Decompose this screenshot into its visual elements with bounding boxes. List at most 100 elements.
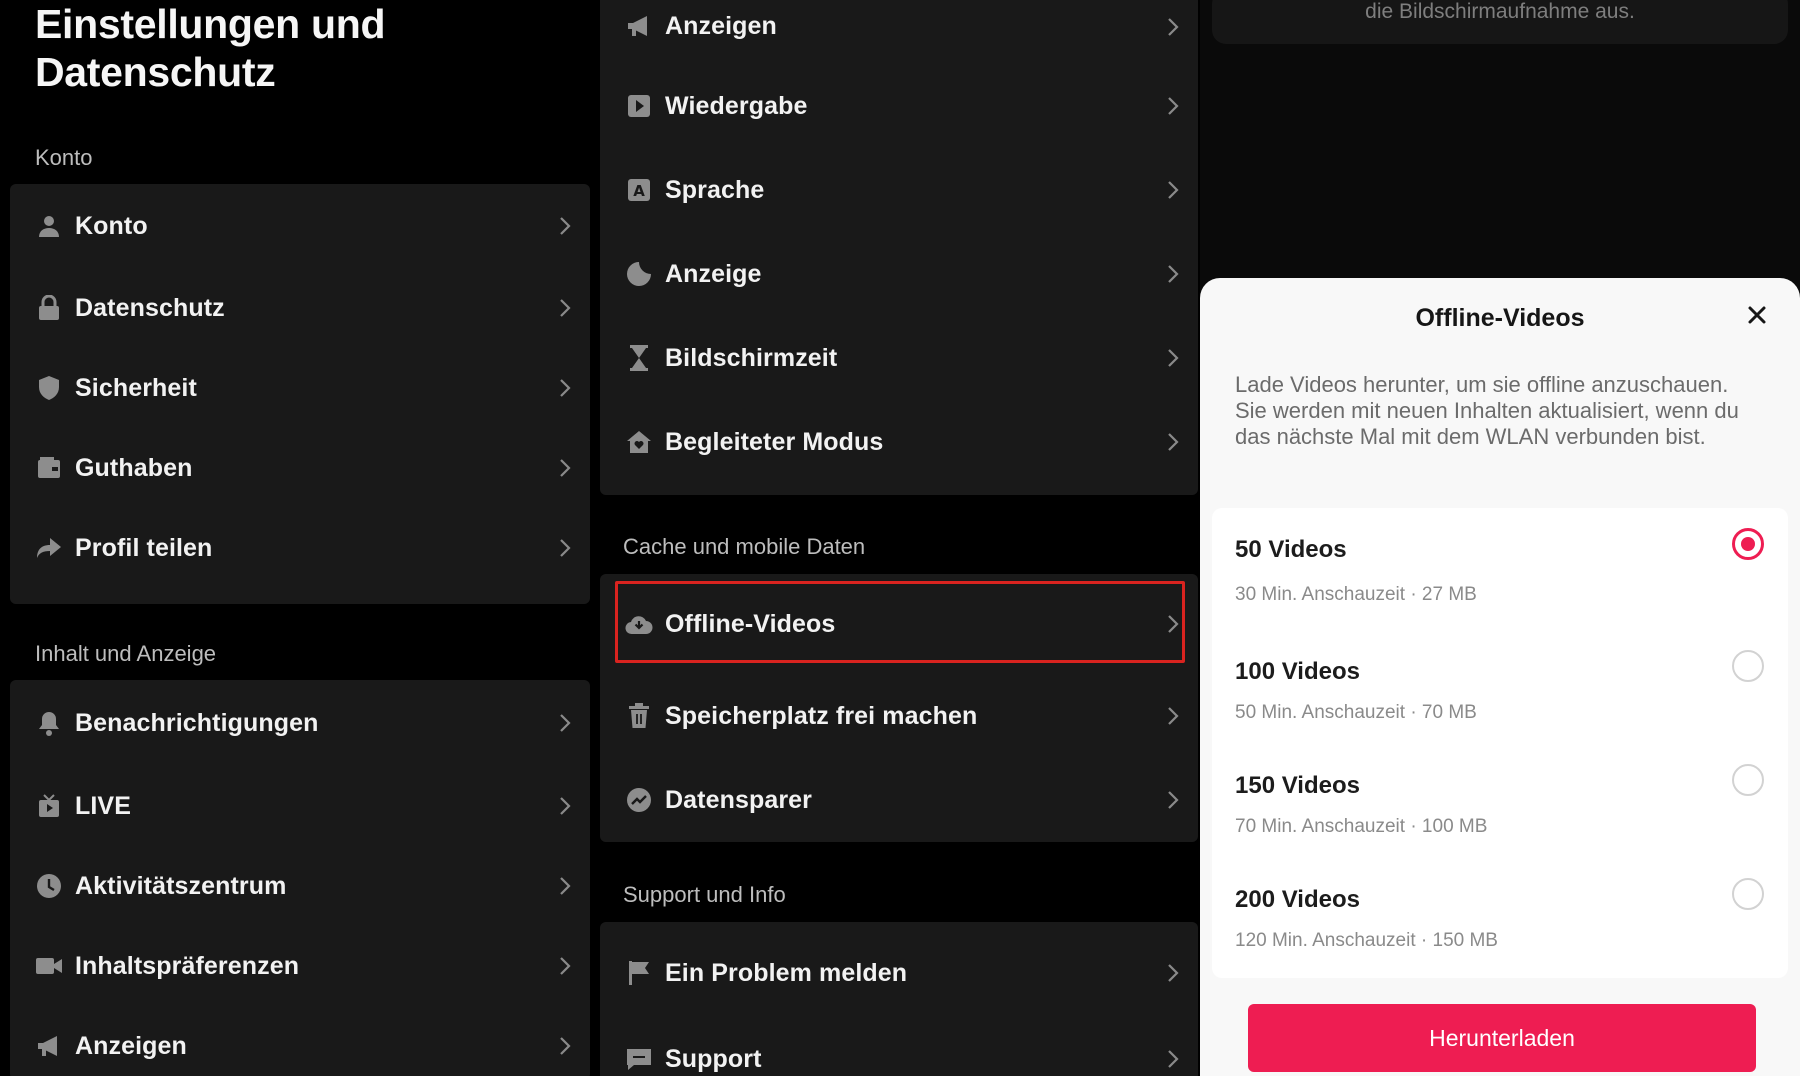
settings-panel-middle: Anzeigen Wiedergabe A Sprache Anzeige Bi… (600, 0, 1198, 1076)
data-saver-icon (624, 785, 654, 815)
menu-item-label: Aktivitätszentrum (75, 871, 287, 900)
menu-item-profil-teilen[interactable]: Profil teilen (10, 508, 590, 588)
option-subtitle: 70 Min. Anschauzeit · 100 MB (1235, 816, 1488, 837)
person-icon (34, 211, 64, 241)
menu-item-wiedergabe[interactable]: Wiedergabe (600, 64, 1198, 148)
menu-item-aktivitaetszentrum[interactable]: Aktivitätszentrum (10, 846, 590, 926)
section-label-konto: Konto (35, 145, 93, 170)
trash-icon (624, 701, 654, 731)
section-label-support: Support und Info (623, 882, 786, 907)
option-subtitle: 30 Min. Anschauzeit · 27 MB (1235, 584, 1477, 605)
menu-item-speicherplatz[interactable]: Speicherplatz frei machen (600, 674, 1198, 758)
menu-item-label: Datensparer (665, 785, 812, 814)
option-subtitle: 120 Min. Anschauzeit · 150 MB (1235, 930, 1498, 951)
chat-icon (624, 1044, 654, 1074)
hourglass-icon (624, 343, 654, 373)
chevron-right-icon (1162, 613, 1184, 635)
menu-item-label: Profil teilen (75, 533, 213, 562)
menu-item-label: Sprache (665, 175, 765, 204)
menu-item-label: Inhaltspräferenzen (75, 951, 300, 980)
language-icon: A (624, 175, 654, 205)
chevron-right-icon (1162, 16, 1184, 38)
chevron-right-icon (554, 955, 576, 977)
menu-item-label: Sicherheit (75, 373, 197, 402)
menu-item-anzeigen[interactable]: Anzeigen (600, 0, 1198, 54)
page-title-line-2: Datenschutz (35, 49, 276, 95)
section-label-inhalt-und-anzeige: Inhalt und Anzeige (35, 641, 217, 666)
megaphone-icon (624, 11, 654, 41)
moon-icon (624, 259, 654, 289)
option-50-videos[interactable]: 50 Videos 30 Min. Anschauzeit · 27 MB (1212, 508, 1788, 630)
close-icon (1747, 305, 1767, 330)
sheet-description: Lade Videos herunter, um sie offline anz… (1235, 372, 1739, 449)
clock-icon (34, 871, 64, 901)
menu-item-label: Anzeige (665, 259, 762, 288)
menu-item-label: Datenschutz (75, 293, 225, 322)
menu-item-datenschutz[interactable]: Datenschutz (10, 268, 590, 348)
menu-item-problem-melden[interactable]: Ein Problem melden (600, 922, 1198, 1024)
section-label-cache: Cache und mobile Daten (623, 534, 866, 559)
menu-item-konto[interactable]: Konto (10, 184, 590, 268)
support-card: Ein Problem melden Support (600, 922, 1198, 1076)
menu-item-label: Offline-Videos (665, 609, 836, 638)
radio-button-selected[interactable] (1732, 528, 1764, 560)
chevron-right-icon (1162, 1048, 1184, 1070)
menu-item-live[interactable]: LIVE (10, 766, 590, 846)
menu-item-label: Konto (75, 211, 148, 240)
bottom-sheet: Offline-Videos Lade Videos herunter, um … (1200, 278, 1800, 1076)
menu-item-offline-videos[interactable]: Offline-Videos (600, 574, 1198, 674)
menu-item-benachrichtigungen[interactable]: Benachrichtigungen (10, 680, 590, 766)
option-title: 200 Videos (1235, 886, 1360, 913)
page-title: Einstellungen und Datenschutz (35, 0, 386, 96)
video-camera-icon (34, 951, 64, 981)
chevron-right-icon (554, 1035, 576, 1057)
menu-item-begleiteter-modus[interactable]: Begleiteter Modus (600, 400, 1198, 484)
menu-item-sicherheit[interactable]: Sicherheit (10, 348, 590, 428)
chevron-right-icon (1162, 789, 1184, 811)
menu-item-label: Ein Problem melden (665, 958, 908, 987)
megaphone-icon (34, 1031, 64, 1061)
menu-item-label: Speicherplatz frei machen (665, 701, 978, 730)
cache-card: Offline-Videos Speicherplatz frei machen… (600, 574, 1198, 842)
close-button[interactable] (1742, 302, 1772, 332)
chevron-right-icon (554, 875, 576, 897)
download-button[interactable]: Herunterladen (1248, 1004, 1756, 1072)
chevron-right-icon (554, 215, 576, 237)
option-100-videos[interactable]: 100 Videos 50 Min. Anschauzeit · 70 MB (1212, 630, 1788, 744)
menu-item-datensparer[interactable]: Datensparer (600, 758, 1198, 842)
svg-text:A: A (633, 182, 645, 200)
lock-icon (34, 293, 64, 323)
menu-item-label: Begleiteter Modus (665, 427, 884, 456)
chevron-right-icon (1162, 705, 1184, 727)
chevron-right-icon (554, 377, 576, 399)
home-heart-icon (624, 427, 654, 457)
menu-item-label: LIVE (75, 791, 131, 820)
radio-button[interactable] (1732, 764, 1764, 796)
chevron-right-icon (554, 712, 576, 734)
radio-button[interactable] (1732, 650, 1764, 682)
menu-item-guthaben[interactable]: Guthaben (10, 428, 590, 508)
konto-card: Konto Datenschutz Sicherheit Guthaben Pr… (10, 184, 590, 604)
chevron-right-icon (1162, 179, 1184, 201)
page-title-line-1: Einstellungen und (35, 1, 386, 47)
bell-icon (34, 708, 64, 738)
menu-item-label: Bildschirmzeit (665, 343, 838, 372)
screen-recording-note-card: die Bildschirmaufnahme aus. (1212, 0, 1788, 44)
screen-recording-note: die Bildschirmaufnahme aus. (1365, 0, 1635, 23)
option-200-videos[interactable]: 200 Videos 120 Min. Anschauzeit · 150 MB (1212, 858, 1788, 972)
option-150-videos[interactable]: 150 Videos 70 Min. Anschauzeit · 100 MB (1212, 744, 1788, 858)
menu-item-bildschirmzeit[interactable]: Bildschirmzeit (600, 316, 1198, 400)
menu-item-anzeige[interactable]: Anzeige (600, 232, 1198, 316)
menu-item-inhaltspraeferenzen[interactable]: Inhaltspräferenzen (10, 926, 590, 1006)
option-subtitle: 50 Min. Anschauzeit · 70 MB (1235, 702, 1477, 723)
menu-item-anzeigen[interactable]: Anzeigen (10, 1006, 590, 1076)
chevron-right-icon (1162, 962, 1184, 984)
live-tv-icon (34, 791, 64, 821)
option-title: 50 Videos (1235, 536, 1347, 563)
menu-item-sprache[interactable]: A Sprache (600, 148, 1198, 232)
option-title: 100 Videos (1235, 658, 1360, 685)
radio-button[interactable] (1732, 878, 1764, 910)
download-options-list: 50 Videos 30 Min. Anschauzeit · 27 MB 10… (1212, 508, 1788, 978)
menu-item-label: Benachrichtigungen (75, 708, 319, 737)
menu-item-support[interactable]: Support (600, 1024, 1198, 1076)
